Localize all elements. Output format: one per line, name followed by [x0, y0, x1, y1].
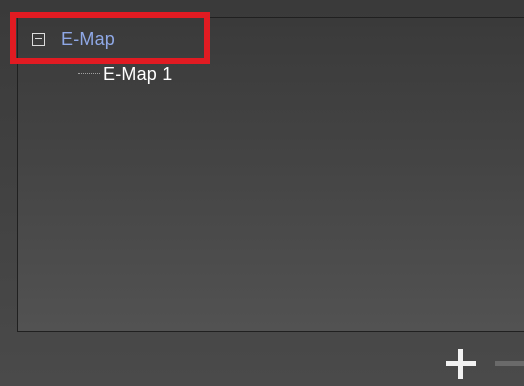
tree-connector	[78, 73, 100, 75]
collapse-icon[interactable]	[32, 32, 45, 46]
tree-node-emap[interactable]: E-Map	[32, 27, 115, 51]
add-map-button[interactable]	[443, 346, 479, 382]
tree-node-label[interactable]: E-Map 1	[103, 64, 172, 85]
remove-map-button[interactable]	[492, 346, 524, 382]
tree-node-label[interactable]: E-Map	[61, 29, 115, 50]
tree-node-emap-1[interactable]: E-Map 1	[78, 62, 172, 86]
emap-window: E-Map E-Map 1	[0, 0, 524, 386]
tree-toolbar	[0, 332, 524, 386]
